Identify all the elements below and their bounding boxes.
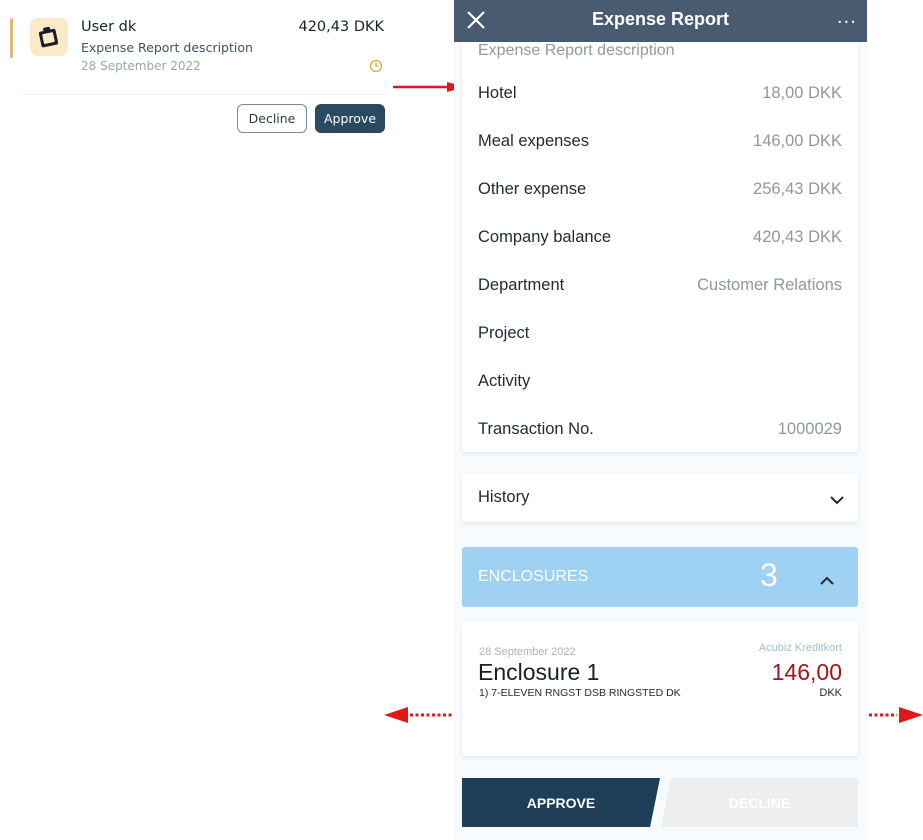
detail-row: Meal expenses 146,00 DKK	[478, 132, 842, 156]
report-description: Expense Report description	[81, 40, 253, 55]
details-card: Expense Report description Hotel 18,00 DK…	[462, 42, 858, 452]
enclosure-source: Acubiz Kreditkort	[758, 642, 842, 654]
divider	[18, 94, 388, 95]
detail-label: Hotel	[478, 84, 517, 102]
detail-label: Meal expenses	[478, 132, 589, 150]
detail-label: Transaction No.	[478, 420, 594, 438]
detail-value: 256,43 DKK	[753, 180, 842, 198]
navbar: Expense Report ···	[454, 0, 867, 42]
history-label: History	[478, 488, 530, 506]
detail-row: Activity	[478, 372, 842, 396]
chevron-down-icon	[830, 490, 844, 509]
clock-icon	[369, 58, 383, 77]
decline-button[interactable]: DECLINE	[661, 778, 858, 827]
detail-row: Project	[478, 324, 842, 348]
detail-value: 1000029	[777, 420, 842, 438]
detail-row: Department Customer Relations	[478, 276, 842, 300]
enclosures-label: ENCLOSURES	[478, 568, 589, 585]
detail-row: Other expense 256,43 DKK	[478, 180, 842, 204]
detail-value: 146,00 DKK	[753, 132, 842, 150]
history-section[interactable]: History	[462, 473, 858, 522]
report-date: 28 September 2022	[81, 59, 201, 73]
enclosure-currency: DKK	[819, 687, 842, 699]
clipboard-icon	[30, 18, 68, 56]
expense-list-item[interactable]: User dk 420,43 DKK Expense Report descri…	[0, 0, 400, 96]
enclosures-header[interactable]: ENCLOSURES 3	[462, 547, 858, 607]
detail-value: 420,43 DKK	[753, 228, 842, 246]
page-title: Expense Report	[591, 9, 730, 29]
enclosure-amount: 146,00	[771, 659, 842, 685]
detail-label: Company balance	[478, 228, 611, 246]
enclosure-item[interactable]: 28 September 2022 Acubiz Kreditkort Encl…	[462, 622, 858, 756]
detail-value: Customer Relations	[697, 276, 842, 294]
detail-value: 18,00 DKK	[762, 84, 842, 102]
chevron-up-icon	[820, 571, 834, 590]
more-icon[interactable]: ···	[837, 12, 857, 33]
enclosure-date: 28 September 2022	[479, 646, 576, 658]
detail-label: Project	[478, 324, 530, 342]
detail-row: Transaction No. 1000029	[478, 420, 842, 444]
enclosure-line-item: 1) 7-ELEVEN RNGST DSB RINGSTED DK	[479, 687, 681, 699]
expense-report-screen: Expense Report ··· Expense Report descri…	[454, 0, 867, 840]
report-description: Expense Report description	[478, 42, 675, 59]
detail-label: Other expense	[478, 180, 587, 198]
decline-button[interactable]: Decline	[237, 104, 307, 133]
approve-button[interactable]: APPROVE	[462, 778, 660, 827]
enclosures-count: 3	[760, 557, 778, 593]
report-amount: 420,43 DKK	[298, 19, 384, 35]
detail-label: Activity	[478, 372, 531, 390]
status-accent-bar	[10, 18, 13, 58]
detail-row: Hotel 18,00 DKK	[478, 84, 842, 108]
user-name: User dk	[81, 19, 137, 35]
detail-label: Department	[478, 276, 565, 294]
detail-row: Company balance 420,43 DKK	[478, 228, 842, 252]
approve-button[interactable]: Approve	[315, 104, 385, 133]
enclosure-title: Enclosure 1	[478, 659, 600, 685]
